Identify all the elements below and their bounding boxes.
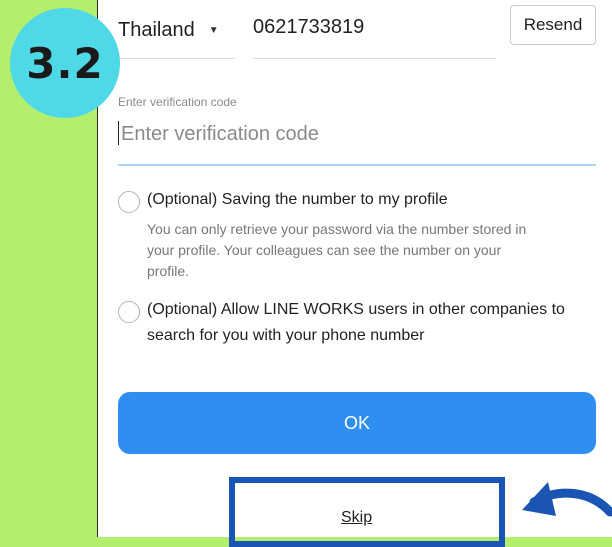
allow-search-option-label: (Optional) Allow LINE WORKS users in oth… — [147, 301, 565, 318]
text-cursor — [118, 121, 119, 145]
save-number-option-label: (Optional) Saving the number to my profi… — [147, 191, 448, 208]
country-underline — [118, 58, 235, 59]
save-number-description-line: profile. — [147, 263, 190, 279]
save-number-description-line: your profile. Your colleagues can see th… — [147, 242, 502, 258]
step-badge: 3.2 — [10, 8, 120, 118]
save-number-description-line: You can only retrieve your password via … — [147, 221, 527, 237]
save-number-radio[interactable] — [118, 191, 140, 213]
verification-code-label: Enter verification code — [118, 95, 237, 109]
country-select[interactable]: Thailand ▼ — [118, 12, 238, 48]
resend-button[interactable]: Resend — [510, 5, 596, 45]
chevron-down-icon: ▼ — [208, 24, 219, 36]
verification-code-underline — [118, 164, 596, 166]
phone-underline — [253, 58, 496, 59]
verification-code-input[interactable] — [118, 116, 599, 152]
allow-search-option-label: search for you with your phone number — [147, 327, 425, 344]
skip-link[interactable]: Skip — [341, 509, 372, 527]
ok-button[interactable]: OK — [118, 392, 596, 454]
curved-arrow-icon — [522, 482, 612, 517]
phone-number-field[interactable]: 0621733819 — [253, 16, 364, 39]
allow-search-radio[interactable] — [118, 301, 140, 323]
country-name: Thailand — [118, 18, 195, 41]
